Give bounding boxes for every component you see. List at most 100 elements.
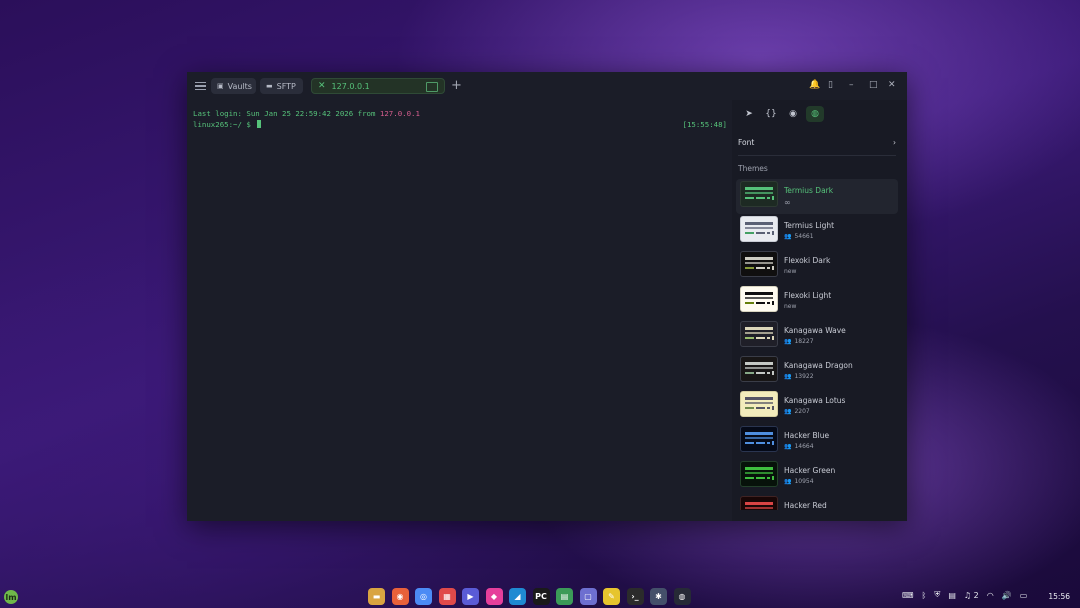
wifi-icon[interactable]: ◠ (987, 591, 994, 600)
globe-icon[interactable]: ◉ (784, 106, 802, 122)
terminal-app-icon[interactable]: ›_ (626, 588, 644, 605)
chevron-right-icon: › (893, 138, 896, 147)
theme-name: Kanagawa Dragon (784, 361, 853, 370)
theme-preview (740, 181, 778, 207)
font-setting[interactable]: Font › (738, 138, 896, 147)
start-menu-icon[interactable]: lm (4, 590, 18, 604)
theme-preview (740, 461, 778, 487)
theme-item[interactable]: Kanagawa Lotus 👥 2207 (736, 389, 898, 424)
termius-app-icon[interactable]: ◍ (673, 588, 691, 605)
bell-icon[interactable]: 🔔 (809, 79, 820, 91)
media-app-icon[interactable]: ▶ (462, 588, 479, 605)
palette-icon[interactable]: ◍ (806, 106, 824, 122)
theme-meta-value: 54661 (794, 233, 814, 240)
theme-meta-value: 14664 (794, 443, 814, 450)
vault-icon: ▣ (217, 82, 224, 90)
taskbar: lm ▬ ◉ ◎ ▦ ▶ ◆ ◢ PC ▤ ▢ ✎ ›_ ✱ ◍ ⌨ ᛒ ⛨ ▤ ♫ 2 ◠ 🔊 ▭ 15:56 (0, 586, 1080, 608)
send-icon[interactable]: ➤ (740, 106, 758, 122)
theme-meta: 👥 54661 (784, 233, 834, 240)
theme-preview (740, 321, 778, 347)
tab-sftp[interactable]: ▬ SFTP (260, 78, 303, 94)
font-label: Font (738, 138, 755, 147)
menu-icon[interactable] (195, 80, 206, 92)
theme-meta: ∞ (784, 198, 833, 207)
theme-name: Flexoki Light (784, 291, 832, 300)
theme-preview (740, 391, 778, 417)
theme-name: Kanagawa Lotus (784, 396, 846, 405)
theme-item[interactable]: Termius Dark ∞ (736, 179, 898, 214)
theme-item[interactable]: Flexoki Light new (736, 284, 898, 319)
files-app-icon[interactable]: ▬ (368, 588, 385, 605)
vscode-app-icon[interactable]: ◢ (509, 588, 526, 605)
users-icon: 👥 (784, 373, 792, 380)
volume-icon[interactable]: 🔊 (1002, 591, 1012, 600)
theme-meta: new (784, 303, 831, 310)
minimize-button[interactable]: – (849, 79, 854, 91)
new-tab-button[interactable]: + (451, 78, 462, 94)
theme-meta-value: new (784, 268, 797, 275)
theme-meta: 👥 13922 (784, 373, 853, 380)
prompt-timestamp: [15:55:48] (682, 120, 728, 129)
pycharm-app-icon[interactable]: PC (532, 588, 550, 605)
clipboard-icon[interactable]: ▤ (948, 591, 956, 600)
calendar-app-icon[interactable]: ▦ (438, 588, 456, 605)
theme-meta-value: 18227 (794, 338, 814, 345)
monitor-app-icon[interactable]: ▤ (556, 588, 573, 605)
close-button[interactable]: ✕ (888, 79, 896, 91)
theme-item[interactable]: Flexoki Dark new (736, 249, 898, 284)
firefox-app-icon[interactable]: ◉ (391, 588, 409, 605)
theme-name: Hacker Green (784, 466, 836, 475)
tab-sftp-label: SFTP (276, 81, 296, 91)
snippets-icon[interactable]: {} (762, 106, 780, 122)
theme-meta-value: 2207 (794, 408, 810, 415)
system-tray: ⌨ ᛒ ⛨ ▤ ♫ 2 ◠ 🔊 ▭ (902, 590, 1035, 600)
theme-name: Hacker Blue (784, 431, 830, 440)
clock[interactable]: 15:56 (1048, 592, 1070, 601)
pinned-apps: ▬ ◉ ◎ ▦ ▶ ◆ ◢ PC ▤ ▢ ✎ ›_ ✱ ◍ (368, 588, 697, 605)
theme-meta-value: 10954 (794, 478, 814, 485)
theme-item[interactable]: Hacker Blue 👥 14664 (736, 424, 898, 459)
themes-heading: Themes (738, 164, 768, 173)
appearance-panel: ➤ {} ◉ ◍ Font › Themes Termius Dark ∞ Term… (732, 100, 907, 521)
theme-item[interactable]: Hacker Green 👥 10954 (736, 459, 898, 494)
theme-meta: new (784, 268, 830, 275)
theme-name: Termius Light (784, 221, 835, 230)
panel-tabs: ➤ {} ◉ ◍ (740, 106, 828, 122)
battery-icon[interactable]: ▭ (1020, 591, 1028, 600)
tab-host[interactable]: ✕ 127.0.0.1 (311, 78, 445, 94)
tab-vaults-label: Vaults (227, 81, 252, 91)
theme-meta-value: 13922 (794, 373, 814, 380)
theme-item[interactable]: Kanagawa Wave 👥 18227 (736, 319, 898, 354)
theme-meta-value: ∞ (784, 198, 791, 207)
notes-app-icon[interactable]: ✎ (603, 588, 620, 605)
theme-item[interactable]: Kanagawa Dragon 👥 13922 (736, 354, 898, 389)
terminal-output[interactable]: Last login: Sun Jan 25 22:59:42 2026 fro… (193, 108, 727, 508)
theme-name: Flexoki Dark (784, 256, 831, 265)
network-app-icon[interactable]: ✱ (650, 588, 667, 605)
maximize-button[interactable]: □ (869, 79, 878, 91)
users-icon: 👥 (784, 478, 792, 485)
folder-icon: ▬ (266, 82, 273, 90)
notification-icon[interactable]: ♫ 2 (964, 591, 979, 600)
layout-icon[interactable]: ▯ (828, 79, 833, 91)
theme-item[interactable]: Termius Light 👥 54661 (736, 214, 898, 249)
screen-app-icon[interactable]: ▢ (579, 588, 597, 605)
theme-list[interactable]: Termius Dark ∞ Termius Light 👥 54661 Flexoki … (736, 179, 898, 510)
login-line: Last login: Sun Jan 25 22:59:42 2026 fro… (193, 108, 727, 119)
close-tab-icon[interactable]: ✕ (318, 81, 326, 91)
theme-preview (740, 356, 778, 382)
bluetooth-icon[interactable]: ᛒ (922, 591, 927, 600)
users-icon: 👥 (784, 338, 792, 345)
theme-meta: 👥 14664 (784, 443, 829, 450)
tab-vaults[interactable]: ▣ Vaults (211, 78, 256, 94)
title-bar: ▣ Vaults ▬ SFTP ✕ 127.0.0.1 + 🔔 ▯ – □ ✕ (187, 72, 907, 100)
theme-meta: 👥 10954 (784, 478, 835, 485)
prompt-line: linux265:~/ $ (193, 119, 727, 130)
theme-meta-value: new (784, 303, 797, 310)
theme-name: Termius Dark (784, 186, 834, 195)
keyboard-icon[interactable]: ⌨ (902, 591, 914, 600)
chrome-app-icon[interactable]: ◎ (415, 588, 432, 605)
shield-icon[interactable]: ⛨ (934, 590, 940, 600)
browser-app-icon[interactable]: ◆ (485, 588, 503, 605)
theme-item[interactable]: Hacker Red (736, 494, 898, 510)
